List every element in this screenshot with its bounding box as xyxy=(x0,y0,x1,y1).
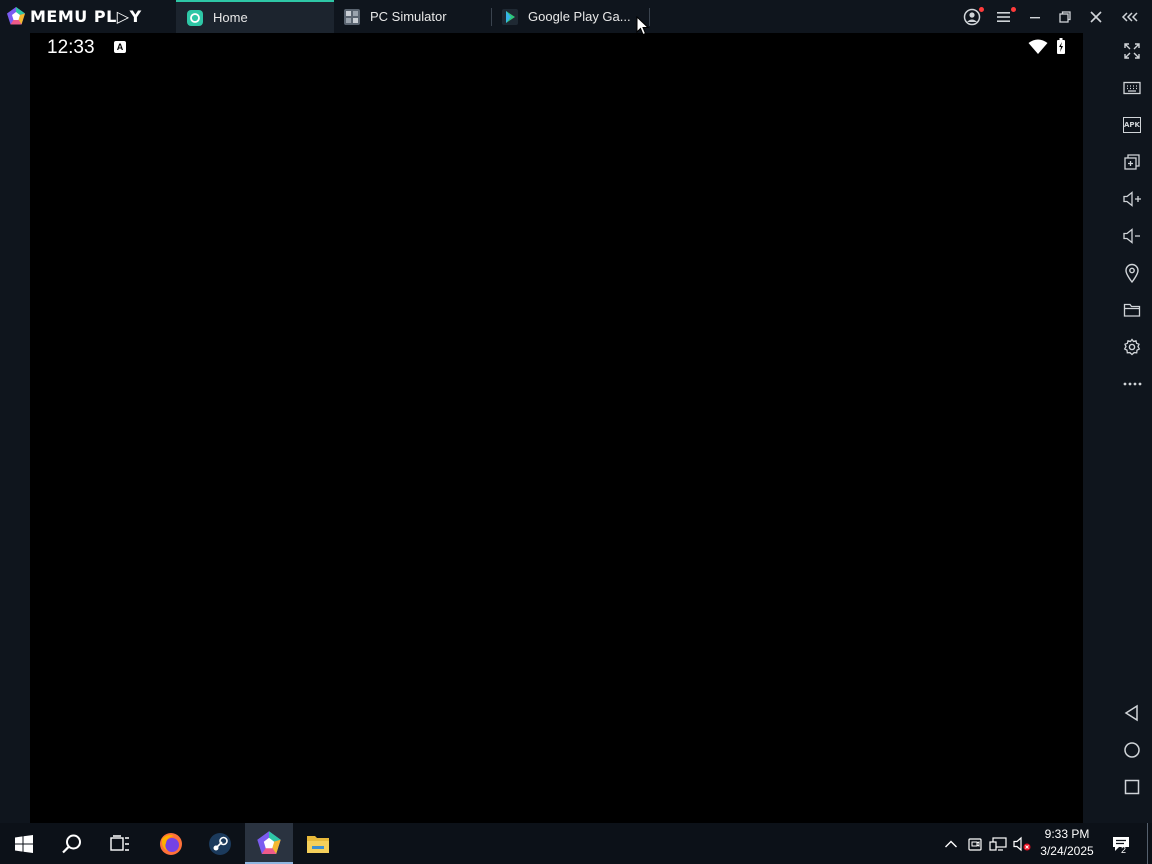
file-explorer-taskbar-button[interactable] xyxy=(294,823,342,864)
windows-taskbar: 9:33 PM 3/24/2025 2 xyxy=(0,823,1152,864)
volume-down-icon xyxy=(1123,228,1140,244)
apk-icon-label: APK xyxy=(1124,121,1140,129)
wifi-icon xyxy=(1028,39,1048,54)
google-play-icon xyxy=(502,8,518,25)
action-center-button[interactable] xyxy=(1106,823,1136,864)
memu-taskbar-button[interactable] xyxy=(245,823,293,864)
keyboard-icon xyxy=(1123,81,1141,95)
taskbar-clock[interactable]: 9:33 PM 3/24/2025 xyxy=(1034,826,1100,860)
folder-icon xyxy=(1123,303,1141,317)
multi-instance-button[interactable] xyxy=(1119,149,1145,175)
network-icon xyxy=(989,836,1007,851)
volume-muted-icon xyxy=(1013,836,1031,851)
firefox-taskbar-button[interactable] xyxy=(147,823,195,864)
android-home-button[interactable] xyxy=(1119,737,1145,763)
title-bar: MEMU PL▷Y Home PC Simulator Google Play … xyxy=(0,0,1152,33)
account-button[interactable] xyxy=(959,4,985,30)
account-notification-dot xyxy=(979,7,984,12)
right-toolbar: APK xyxy=(1111,33,1152,823)
menu-button[interactable] xyxy=(991,4,1017,30)
volume-tray-button[interactable] xyxy=(1010,823,1034,864)
fullscreen-button[interactable] xyxy=(1119,38,1145,64)
steam-taskbar-button[interactable] xyxy=(196,823,244,864)
search-icon xyxy=(62,834,81,853)
taskbar-time: 9:33 PM xyxy=(1044,827,1090,841)
home-circle-icon xyxy=(1124,742,1140,758)
memu-logo-icon xyxy=(7,7,25,25)
android-status-time: 12:33 xyxy=(47,37,95,58)
meet-now-icon xyxy=(968,837,982,851)
install-apk-button[interactable]: APK xyxy=(1119,112,1145,138)
notification-count-badge: 2 xyxy=(1121,845,1127,855)
meet-now-tray-button[interactable] xyxy=(964,823,986,864)
triple-chevron-left-icon xyxy=(1121,12,1138,22)
memu-home-icon xyxy=(187,9,203,26)
more-options-button[interactable] xyxy=(1119,371,1145,397)
show-desktop-button[interactable] xyxy=(1147,823,1148,864)
volume-up-icon xyxy=(1123,191,1141,207)
shared-folder-button[interactable] xyxy=(1119,297,1145,323)
apk-icon: APK xyxy=(1123,117,1141,133)
collapse-sidebar-button[interactable] xyxy=(1118,4,1144,30)
location-button[interactable] xyxy=(1119,260,1145,286)
file-explorer-icon xyxy=(307,835,329,853)
firefox-icon xyxy=(160,832,182,855)
close-button[interactable] xyxy=(1083,4,1109,30)
volume-down-button[interactable] xyxy=(1119,223,1145,249)
tab-google-play-games-label: Google Play Ga... xyxy=(528,9,631,24)
menu-notification-dot xyxy=(1011,7,1016,12)
close-icon xyxy=(1090,11,1102,23)
start-button[interactable] xyxy=(0,823,48,864)
windows-logo-icon xyxy=(15,834,33,853)
back-triangle-icon xyxy=(1124,704,1138,722)
status-notification-icon: A xyxy=(114,41,126,53)
account-icon xyxy=(963,8,981,26)
android-recents-button[interactable] xyxy=(1119,774,1145,800)
taskbar-date: 3/24/2025 xyxy=(1040,844,1094,858)
right-border xyxy=(1083,33,1111,823)
pc-simulator-app-icon xyxy=(344,8,360,25)
fullscreen-icon xyxy=(1124,43,1140,59)
steam-icon xyxy=(209,832,231,855)
memu-taskbar-icon xyxy=(257,830,281,854)
restore-button[interactable] xyxy=(1052,4,1078,30)
task-view-icon xyxy=(110,834,129,851)
network-tray-button[interactable] xyxy=(987,823,1009,864)
location-pin-icon xyxy=(1125,263,1139,283)
task-view-button[interactable] xyxy=(96,823,144,864)
tab-google-play-games[interactable]: Google Play Ga... xyxy=(492,0,648,33)
android-screen[interactable]: 12:33 A xyxy=(30,33,1083,823)
chevron-up-icon xyxy=(945,840,957,847)
memu-logo-text: MEMU PL▷Y xyxy=(30,6,142,26)
battery-charging-icon xyxy=(1057,38,1065,54)
tab-pc-simulator-label: PC Simulator xyxy=(370,9,447,24)
more-dots-icon xyxy=(1123,382,1142,386)
left-border xyxy=(0,33,30,823)
tab-home[interactable]: Home xyxy=(176,0,334,33)
tab-pc-simulator[interactable]: PC Simulator xyxy=(334,0,490,33)
android-back-button[interactable] xyxy=(1119,700,1145,726)
restore-icon xyxy=(1059,11,1071,23)
minimize-icon xyxy=(1030,17,1040,19)
minimize-button[interactable] xyxy=(1022,4,1048,30)
multi-window-icon xyxy=(1124,154,1140,170)
volume-up-button[interactable] xyxy=(1119,186,1145,212)
tab-home-label: Home xyxy=(213,10,248,25)
memu-logo: MEMU PL▷Y xyxy=(6,6,142,26)
gear-icon xyxy=(1123,338,1141,356)
search-button[interactable] xyxy=(48,823,96,864)
mouse-cursor-icon xyxy=(636,16,650,36)
memu-window: MEMU PL▷Y Home PC Simulator Google Play … xyxy=(0,0,1152,823)
recents-square-icon xyxy=(1124,779,1140,795)
keyboard-mapping-button[interactable] xyxy=(1119,75,1145,101)
hamburger-menu-icon xyxy=(997,12,1010,22)
settings-button[interactable] xyxy=(1119,334,1145,360)
show-hidden-icons-button[interactable] xyxy=(940,823,962,864)
